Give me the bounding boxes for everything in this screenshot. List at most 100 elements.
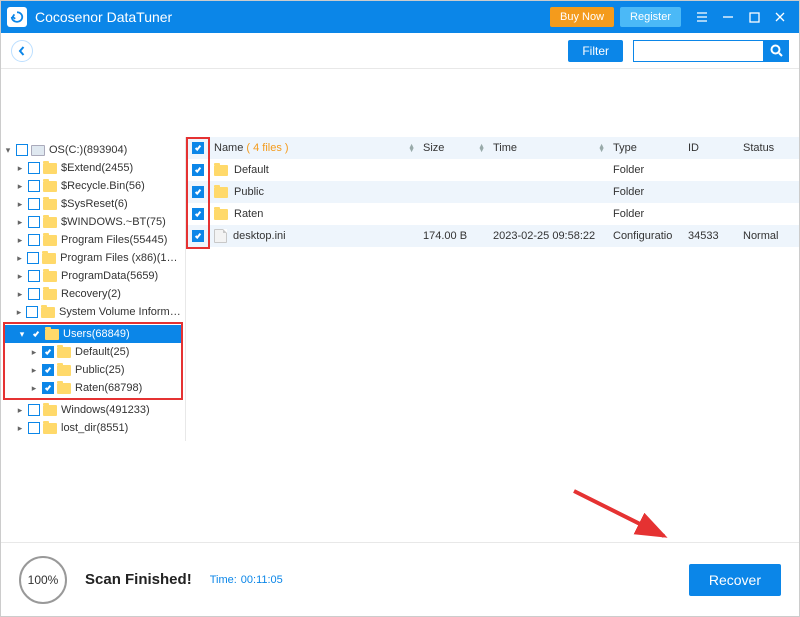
register-button[interactable]: Register: [620, 7, 681, 27]
expander-icon[interactable]: ▸: [15, 217, 25, 228]
tree-checkbox[interactable]: [28, 422, 40, 434]
select-all-checkbox[interactable]: [192, 142, 204, 154]
file-row[interactable]: Default Folder: [186, 159, 799, 181]
header-status-col[interactable]: Status: [739, 142, 799, 154]
tree-item[interactable]: ▸Default(25): [5, 343, 181, 361]
expander-icon[interactable]: ▸: [15, 405, 25, 416]
tree-checkbox[interactable]: [28, 288, 40, 300]
header-size-col[interactable]: Size ▲▼: [419, 142, 489, 154]
tree-item[interactable]: ▸Public(25): [5, 361, 181, 379]
tree-item[interactable]: ▸ ProgramData(5659): [3, 267, 183, 285]
file-name: Default: [234, 164, 269, 176]
progress-indicator: 100%: [19, 556, 67, 604]
tree-checkbox[interactable]: [28, 404, 40, 416]
expander-icon[interactable]: ▸: [29, 383, 39, 394]
header-id-label: ID: [688, 142, 699, 154]
header-id-col[interactable]: ID: [684, 142, 739, 154]
folder-icon: [43, 199, 57, 210]
tree-item[interactable]: ▸ lost_dir(8551): [3, 419, 183, 437]
tree-label: ProgramData(5659): [61, 270, 158, 282]
tree-item[interactable]: ▸Program Files(55445): [3, 231, 183, 249]
row-checkbox[interactable]: [192, 208, 204, 220]
expander-icon[interactable]: ▸: [15, 307, 23, 318]
expander-icon[interactable]: ▸: [15, 235, 25, 246]
expander-icon[interactable]: ▸: [15, 289, 25, 300]
tree-checkbox[interactable]: [28, 162, 40, 174]
search-input[interactable]: [633, 40, 763, 62]
file-row[interactable]: RatenFolder: [186, 203, 799, 225]
tree-label: lost_dir(8551): [61, 422, 128, 434]
row-checkbox[interactable]: [192, 186, 204, 198]
expander-icon[interactable]: ▸: [29, 365, 39, 376]
sort-arrows-icon[interactable]: ▲▼: [598, 145, 605, 153]
tree-item[interactable]: ▸System Volume Information(10): [3, 303, 183, 321]
back-button[interactable]: [11, 40, 33, 62]
recover-button[interactable]: Recover: [689, 564, 781, 596]
tree-label: $Recycle.Bin(56): [61, 180, 145, 192]
file-type: Folder: [613, 164, 644, 176]
tree-checkbox[interactable]: [16, 144, 28, 156]
row-checkbox[interactable]: [192, 230, 204, 242]
tree-checkbox[interactable]: [42, 382, 54, 394]
tree-item[interactable]: ▸$SysReset(6): [3, 195, 183, 213]
footer: 100% Scan Finished! Time: 00:11:05 Recov…: [1, 542, 799, 616]
search-icon: [770, 44, 783, 57]
header-status-label: Status: [743, 142, 774, 154]
tree-checkbox[interactable]: [28, 270, 40, 282]
tree-checkbox[interactable]: [28, 216, 40, 228]
app-title: Cocosenor DataTuner: [35, 9, 172, 25]
tree-label: $WINDOWS.~BT(75): [61, 216, 166, 228]
header-time-col[interactable]: Time ▲▼: [489, 142, 609, 154]
row-checkbox[interactable]: [192, 164, 204, 176]
folder-tree[interactable]: ▾ OS(C:)(893904) ▸$Extend(2455)▸$Recycle…: [1, 137, 186, 441]
file-list-panel: Name ( 4 files ) ▲▼ Size ▲▼ Time ▲▼ Type…: [186, 137, 799, 441]
tree-item[interactable]: ▸ $Recycle.Bin(56): [3, 177, 183, 195]
toolbar: Filter: [1, 33, 799, 69]
file-row[interactable]: desktop.ini174.00 B2023-02-25 09:58:22Co…: [186, 225, 799, 247]
tree-checkbox[interactable]: [30, 328, 42, 340]
tree-item[interactable]: ▸ $WINDOWS.~BT(75): [3, 213, 183, 231]
file-row[interactable]: PublicFolder: [186, 181, 799, 203]
tree-item[interactable]: ▸ Program Files (x86)(19409): [3, 249, 183, 267]
tree-label: Program Files (x86)(19409): [60, 252, 183, 264]
folder-icon: [43, 405, 57, 416]
close-button[interactable]: [767, 1, 793, 33]
menu-icon[interactable]: [689, 1, 715, 33]
tree-checkbox[interactable]: [42, 364, 54, 376]
expander-icon[interactable]: ▸: [15, 181, 25, 192]
tree-root[interactable]: ▾ OS(C:)(893904): [3, 141, 183, 159]
tree-item[interactable]: ▸Recovery(2): [3, 285, 183, 303]
expander-icon[interactable]: ▸: [15, 271, 25, 282]
maximize-button[interactable]: [741, 1, 767, 33]
expander-icon[interactable]: ▸: [15, 253, 24, 264]
expander-icon[interactable]: ▸: [15, 199, 25, 210]
expander-icon[interactable]: ▾: [17, 329, 27, 340]
tree-item[interactable]: ▾Users(68849): [5, 325, 181, 343]
folder-icon: [214, 165, 228, 176]
disk-icon: [31, 145, 45, 156]
chevron-down-icon[interactable]: ▾: [3, 145, 13, 156]
tree-checkbox[interactable]: [28, 234, 40, 246]
header-name-col[interactable]: Name ( 4 files ) ▲▼: [210, 142, 419, 154]
header-type-col[interactable]: Type: [609, 142, 684, 154]
tree-checkbox[interactable]: [42, 346, 54, 358]
buy-now-button[interactable]: Buy Now: [550, 7, 614, 27]
search-button[interactable]: [763, 40, 789, 62]
filter-button[interactable]: Filter: [568, 40, 623, 62]
expander-icon[interactable]: ▸: [29, 347, 39, 358]
tree-item[interactable]: ▸Windows(491233): [3, 401, 183, 419]
minimize-button[interactable]: [715, 1, 741, 33]
folder-icon: [43, 271, 57, 282]
expander-icon[interactable]: ▸: [15, 163, 25, 174]
scan-time-label: Time:: [210, 574, 237, 586]
tree-item[interactable]: ▸$Extend(2455): [3, 159, 183, 177]
sort-arrows-icon[interactable]: ▲▼: [408, 145, 415, 153]
tree-checkbox[interactable]: [26, 306, 38, 318]
tree-checkbox[interactable]: [28, 198, 40, 210]
tree-checkbox[interactable]: [27, 252, 39, 264]
tree-checkbox[interactable]: [28, 180, 40, 192]
expander-icon[interactable]: ▸: [15, 423, 25, 434]
tree-item[interactable]: ▸Raten(68798): [5, 379, 181, 397]
sort-arrows-icon[interactable]: ▲▼: [478, 145, 485, 153]
folder-icon: [43, 217, 57, 228]
